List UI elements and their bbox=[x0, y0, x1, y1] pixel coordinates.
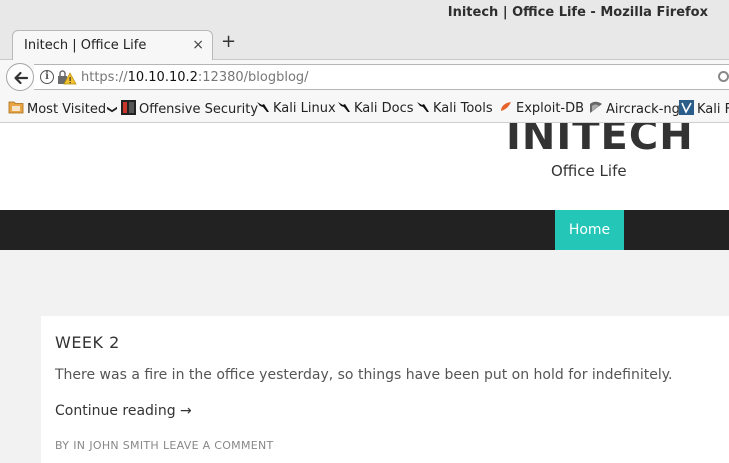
bookmark-label: Exploit-DB bbox=[516, 101, 585, 116]
meta-author-link[interactable]: JOHN SMITH bbox=[89, 439, 159, 452]
kali-dragon-icon bbox=[256, 100, 270, 117]
blog-post: WEEK 2 There was a fire in the office ye… bbox=[41, 316, 729, 463]
bookmark-most-visited[interactable]: Most Visited ❯ bbox=[8, 100, 118, 118]
site-description: Office Life bbox=[551, 162, 627, 180]
post-meta: BY IN JOHN SMITH LEAVE A COMMENT bbox=[55, 439, 278, 452]
new-tab-button[interactable]: + bbox=[221, 31, 236, 52]
kali-forum-icon bbox=[679, 100, 694, 119]
url-text[interactable]: https://10.10.10.2:12380/blogblog/ bbox=[81, 70, 309, 85]
url-bar[interactable]: i https://10.10.10.2:12380/blogblog/ bbox=[34, 64, 729, 90]
bookmark-label: Kali Linux bbox=[273, 101, 336, 116]
kali-dragon-icon bbox=[337, 100, 351, 117]
back-button[interactable] bbox=[6, 63, 34, 91]
close-tab-icon[interactable]: × bbox=[192, 37, 204, 53]
bookmark-label: Aircrack-ng bbox=[606, 101, 680, 117]
post-excerpt: There was a fire in the office yesterday… bbox=[55, 367, 673, 383]
offsec-icon bbox=[121, 100, 136, 119]
bookmark-label: Kali Docs bbox=[354, 101, 414, 116]
tab-strip: Initech | Office Life × + bbox=[0, 26, 729, 61]
bookmarks-toolbar: Most Visited ❯ Offensive Security Kali L… bbox=[0, 94, 729, 123]
web-page: INITECH Office Life Home WEEK 2 There wa… bbox=[0, 123, 729, 463]
site-title[interactable]: INITECH bbox=[506, 123, 694, 159]
bookmark-label: Kali F bbox=[697, 102, 729, 117]
continue-reading-link[interactable]: Continue reading → bbox=[55, 403, 192, 419]
url-host: 10.10.10.2 bbox=[127, 70, 198, 85]
post-title[interactable]: WEEK 2 bbox=[55, 333, 120, 352]
navigation-bar: i https://10.10.10.2:12380/blogblog/ bbox=[0, 60, 729, 94]
menu-item-home[interactable]: Home bbox=[555, 210, 624, 250]
main-menu: Home bbox=[0, 210, 729, 250]
bookmark-aircrack-ng[interactable]: Aircrack-ng bbox=[589, 100, 680, 118]
aircrack-icon bbox=[589, 100, 603, 118]
bookmark-kali-docs[interactable]: Kali Docs bbox=[337, 100, 414, 117]
info-icon[interactable]: i bbox=[40, 70, 54, 84]
leave-comment-link[interactable]: LEAVE A COMMENT bbox=[163, 439, 274, 452]
folder-icon bbox=[8, 100, 24, 118]
window-titlebar: Initech | Office Life - Mozilla Firefox bbox=[0, 0, 729, 26]
url-scheme: https:// bbox=[81, 70, 128, 85]
bookmark-kali-linux[interactable]: Kali Linux bbox=[256, 100, 336, 117]
meta-in: IN bbox=[73, 439, 86, 452]
lock-warning-icon[interactable] bbox=[57, 69, 77, 89]
back-arrow-icon bbox=[14, 71, 29, 85]
bookmark-offensive-security[interactable]: Offensive Security bbox=[121, 100, 258, 119]
kali-dragon-icon bbox=[416, 100, 430, 117]
search-icon[interactable] bbox=[718, 71, 729, 82]
site-header: INITECH Office Life bbox=[0, 123, 729, 210]
bookmark-kali-tools[interactable]: Kali Tools bbox=[416, 100, 493, 117]
bookmark-label: Kali Tools bbox=[433, 101, 493, 116]
window-title: Initech | Office Life - Mozilla Firefox bbox=[447, 5, 708, 20]
exploitdb-icon bbox=[499, 100, 513, 117]
bookmark-kali-forums[interactable]: Kali F bbox=[679, 100, 729, 119]
url-path: :12380/blogblog/ bbox=[197, 70, 309, 85]
tab-title: Initech | Office Life bbox=[24, 38, 147, 53]
bookmark-label: Most Visited bbox=[27, 101, 107, 117]
bookmark-exploit-db[interactable]: Exploit-DB bbox=[499, 100, 584, 117]
meta-by: BY bbox=[55, 439, 70, 452]
bookmark-label: Offensive Security bbox=[139, 102, 259, 117]
chevron-down-icon: ❯ bbox=[106, 104, 118, 114]
tab-initech[interactable]: Initech | Office Life × bbox=[12, 30, 213, 61]
